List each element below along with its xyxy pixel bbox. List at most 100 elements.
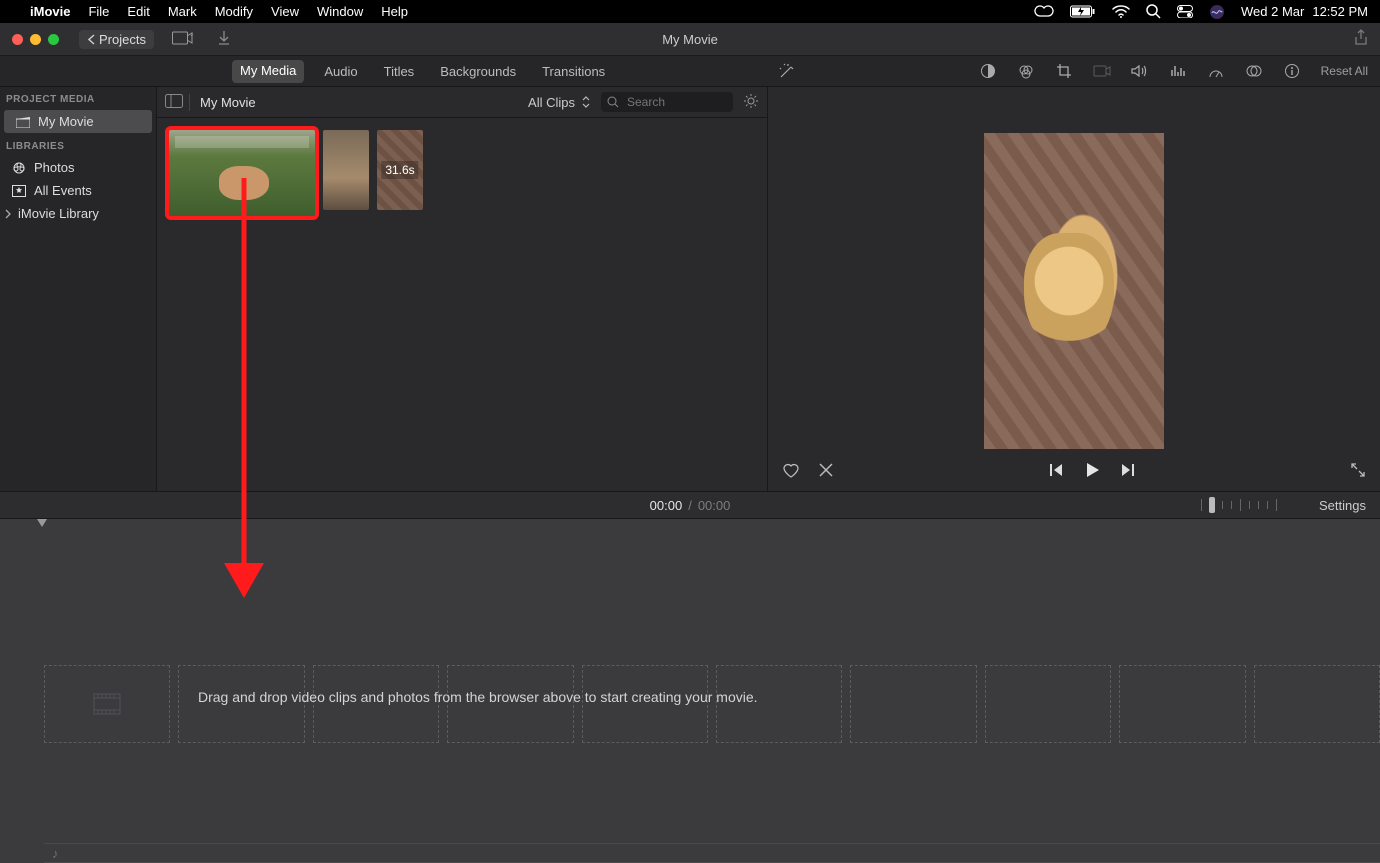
time-total: 00:00 xyxy=(698,498,731,513)
window-title: My Movie xyxy=(662,32,718,47)
browser-settings-icon[interactable] xyxy=(743,93,759,112)
sidebar-header-libraries: LIBRARIES xyxy=(0,134,156,156)
menu-file[interactable]: File xyxy=(88,4,109,19)
macos-menubar: iMovie File Edit Mark Modify View Window… xyxy=(0,0,1380,23)
timeline[interactable]: Drag and drop video clips and photos fro… xyxy=(0,519,1380,863)
tab-my-media[interactable]: My Media xyxy=(232,60,304,83)
creative-cloud-icon[interactable] xyxy=(1034,5,1054,19)
back-to-projects-label: Projects xyxy=(99,32,146,47)
timeline-slot[interactable] xyxy=(850,665,976,743)
menubar-time[interactable]: 12:52 PM xyxy=(1312,4,1368,19)
stabilization-icon[interactable] xyxy=(1093,62,1111,80)
tab-backgrounds[interactable]: Backgrounds xyxy=(434,60,522,83)
media-tabs-row: My Media Audio Titles Backgrounds Transi… xyxy=(0,56,1380,87)
timeline-slot[interactable] xyxy=(1119,665,1245,743)
sidebar-item-label: Photos xyxy=(34,160,74,175)
timeline-settings-button[interactable]: Settings xyxy=(1319,498,1366,513)
filter-icon[interactable] xyxy=(1245,62,1263,80)
zoom-slider[interactable] xyxy=(1198,497,1280,513)
timeline-slot[interactable] xyxy=(1254,665,1380,743)
app-name[interactable]: iMovie xyxy=(30,4,70,19)
fullscreen-icon[interactable] xyxy=(1350,462,1366,481)
search-input[interactable] xyxy=(625,94,719,110)
clip-filter-label: All Clips xyxy=(528,95,575,110)
clapper-icon xyxy=(16,116,30,128)
reject-icon[interactable] xyxy=(818,462,834,481)
browser-header: My Movie All Clips xyxy=(157,87,767,118)
search-icon xyxy=(607,96,619,108)
battery-icon[interactable] xyxy=(1070,5,1096,18)
imovie-window: Projects ♪ My Movie My Media Audio Title… xyxy=(0,23,1380,863)
wifi-icon[interactable] xyxy=(1112,5,1130,18)
chevron-right-icon xyxy=(4,209,12,219)
music-note-icon: ♪ xyxy=(52,846,59,861)
clip-thumbnail-1[interactable] xyxy=(169,130,315,216)
sidebar-toggle-icon[interactable] xyxy=(165,94,190,111)
menu-window[interactable]: Window xyxy=(317,4,363,19)
search-field[interactable] xyxy=(601,92,733,112)
play-button[interactable] xyxy=(1082,460,1102,483)
color-correction-icon[interactable] xyxy=(1017,62,1035,80)
menubar-date[interactable]: Wed 2 Mar xyxy=(1241,4,1304,19)
time-elapsed: 00:00 xyxy=(650,498,683,513)
sidebar-item-imovie-library[interactable]: iMovie Library xyxy=(0,202,156,225)
preview-pane xyxy=(768,87,1380,491)
menu-help[interactable]: Help xyxy=(381,4,408,19)
sidebar-item-label: All Events xyxy=(34,183,92,198)
sidebar-header-project: PROJECT MEDIA xyxy=(0,87,156,109)
download-icon[interactable] xyxy=(212,30,236,49)
clip-grid: 31.6s xyxy=(157,118,767,228)
window-minimize-button[interactable] xyxy=(30,34,41,45)
info-icon[interactable] xyxy=(1283,62,1301,80)
enhance-wand-icon[interactable] xyxy=(778,62,796,80)
tab-titles[interactable]: Titles xyxy=(378,60,421,83)
titlebar: Projects ♪ My Movie xyxy=(0,23,1380,56)
window-close-button[interactable] xyxy=(12,34,23,45)
siri-icon[interactable] xyxy=(1209,4,1225,20)
sidebar-item-photos[interactable]: Photos xyxy=(0,156,156,179)
tab-transitions[interactable]: Transitions xyxy=(536,60,611,83)
media-import-icon[interactable]: ♪ xyxy=(166,30,200,49)
back-to-projects-button[interactable]: Projects xyxy=(79,30,154,49)
color-balance-icon[interactable] xyxy=(979,62,997,80)
clip-filter-dropdown[interactable]: All Clips xyxy=(528,95,591,110)
crop-icon[interactable] xyxy=(1055,62,1073,80)
clip-duration-label: 31.6s xyxy=(381,161,418,179)
menu-modify[interactable]: Modify xyxy=(215,4,253,19)
share-button[interactable] xyxy=(1354,29,1368,50)
clip-thumbnail-2[interactable] xyxy=(323,130,369,210)
prev-frame-button[interactable] xyxy=(1048,462,1064,481)
menu-view[interactable]: View xyxy=(271,4,299,19)
playhead[interactable] xyxy=(42,519,43,533)
time-strip: 00:00 / 00:00 Settings xyxy=(0,491,1380,519)
preview-video-frame[interactable] xyxy=(984,133,1164,449)
next-frame-button[interactable] xyxy=(1120,462,1136,481)
time-separator: / xyxy=(682,498,698,513)
sort-chevron-icon xyxy=(581,95,591,109)
window-zoom-button[interactable] xyxy=(48,34,59,45)
favorite-icon[interactable] xyxy=(782,462,800,481)
speed-icon[interactable] xyxy=(1207,62,1225,80)
photos-icon xyxy=(12,161,26,175)
sidebar-item-my-movie[interactable]: My Movie xyxy=(4,110,152,133)
reset-all-button[interactable]: Reset All xyxy=(1321,64,1368,78)
volume-icon[interactable] xyxy=(1131,62,1149,80)
sidebar: PROJECT MEDIA My Movie LIBRARIES Photos … xyxy=(0,87,157,491)
noise-eq-icon[interactable] xyxy=(1169,62,1187,80)
timeline-slot[interactable] xyxy=(985,665,1111,743)
sidebar-item-label: My Movie xyxy=(38,114,94,129)
tab-audio[interactable]: Audio xyxy=(318,60,363,83)
media-browser: My Movie All Clips xyxy=(157,87,768,491)
timeline-drop-hint: Drag and drop video clips and photos fro… xyxy=(198,689,758,705)
timeline-slot[interactable] xyxy=(44,665,170,743)
sidebar-item-label: iMovie Library xyxy=(18,206,99,221)
audio-track[interactable]: ♪ xyxy=(44,843,1380,863)
filmstrip-icon xyxy=(93,693,121,715)
control-center-icon[interactable] xyxy=(1177,5,1193,18)
menu-edit[interactable]: Edit xyxy=(127,4,149,19)
menu-mark[interactable]: Mark xyxy=(168,4,197,19)
spotlight-icon[interactable] xyxy=(1146,4,1161,19)
sidebar-item-all-events[interactable]: All Events xyxy=(0,179,156,202)
clip-thumbnail-3[interactable]: 31.6s xyxy=(377,130,423,210)
browser-title: My Movie xyxy=(200,95,256,110)
